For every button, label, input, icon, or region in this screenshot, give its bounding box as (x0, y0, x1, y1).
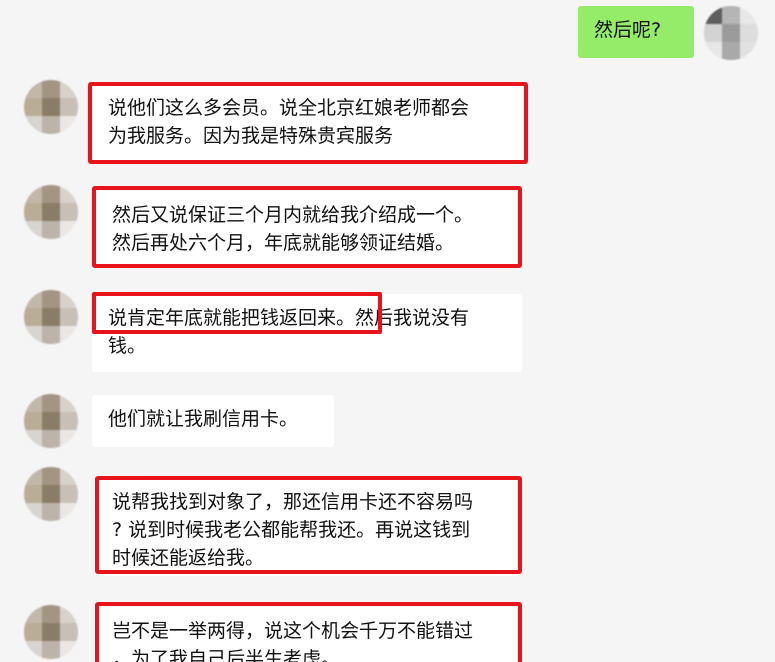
chat-window: 然后呢? 说他们这么多会员。说全北京红娘老师都会 为我服务。因为我是特殊贵宾服务… (0, 0, 775, 662)
contact-avatar[interactable] (24, 467, 78, 521)
contact-avatar[interactable] (24, 394, 78, 448)
message-bubble: 然后又说保证三个月内就给我介绍成一个。 然后再处六个月，年底就能够领证结婚。 (96, 191, 520, 267)
outgoing-message-bubble: 然后呢? (578, 6, 694, 58)
message-bubble: 说他们这么多会员。说全北京红娘老师都会 为我服务。因为我是特殊贵宾服务 (92, 84, 524, 164)
message-bubble: 他们就让我刷信用卡。 (92, 395, 334, 447)
contact-avatar[interactable] (24, 80, 78, 134)
sender-avatar[interactable] (704, 6, 758, 60)
contact-avatar[interactable] (24, 290, 78, 344)
contact-avatar[interactable] (24, 605, 78, 659)
message-bubble: 说帮我找到对象了，那还信用卡还不容易吗 ? 说到时候我老公都能帮我还。再说这钱到… (96, 478, 520, 576)
message-bubble: 说肯定年底就能把钱返回来。然后我说没有 钱。 (92, 294, 522, 372)
contact-avatar[interactable] (24, 185, 78, 239)
message-bubble: 岂不是一举两得，说这个机会千万不能错过 ，为了我自己后半生考虑。 (96, 607, 520, 662)
